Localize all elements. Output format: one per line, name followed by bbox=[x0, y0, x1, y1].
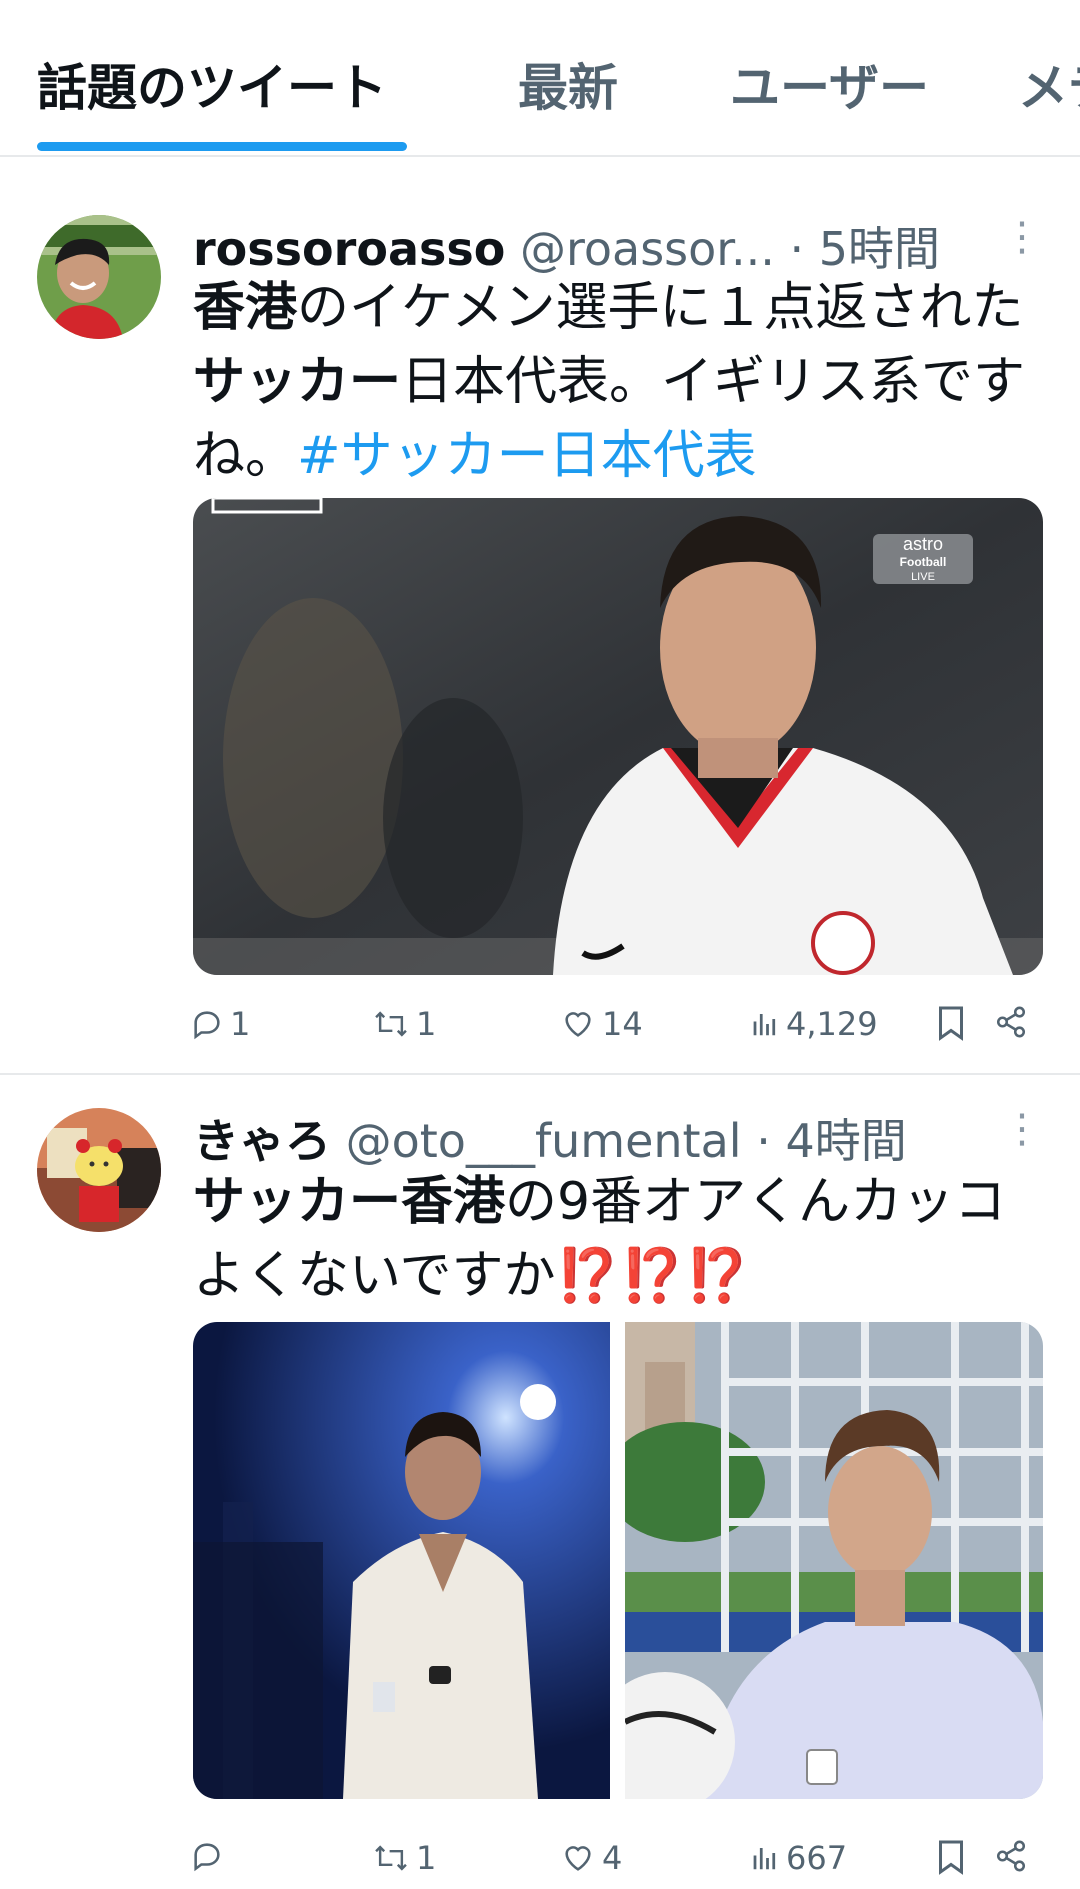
logo-line: astro bbox=[902, 534, 944, 554]
tab-users[interactable]: ユーザー bbox=[730, 48, 929, 120]
tab-media[interactable]: メディア bbox=[1018, 48, 1080, 120]
search-tabs: 話題のツイート 最新 ユーザー メディア bbox=[0, 0, 1080, 157]
share-icon bbox=[996, 1840, 1026, 1872]
timestamp[interactable]: · 4時間 bbox=[756, 1114, 907, 1168]
tweet-header: rossoroasso @roassor... · 5時間 bbox=[193, 213, 940, 279]
heart-icon bbox=[565, 1012, 591, 1037]
exclamation-question-emoji: ⁉️⁉️⁉️ bbox=[555, 1246, 750, 1306]
tweet-header: きゃろ @oto___fumental · 4時間 bbox=[193, 1105, 907, 1171]
tweet-actions: 1 1 14 4,129 bbox=[190, 1005, 1050, 1055]
tweet-image[interactable] bbox=[625, 1322, 1043, 1799]
logo-line: LIVE bbox=[911, 571, 935, 583]
bookmark-button[interactable] bbox=[936, 1839, 966, 1875]
tab-latest[interactable]: 最新 bbox=[518, 48, 618, 120]
broadcaster-logo: astro Football LIVE bbox=[873, 534, 973, 584]
reply-button[interactable]: 1 bbox=[190, 1005, 250, 1043]
retweet-count: 1 bbox=[416, 1839, 437, 1877]
avatar[interactable] bbox=[37, 215, 161, 339]
tweet-actions: 1 4 667 bbox=[190, 1839, 1050, 1889]
text-bold-part: 香港 bbox=[193, 278, 298, 338]
bookmark-button[interactable] bbox=[936, 1005, 966, 1041]
tweet-image[interactable]: astro Football LIVE bbox=[193, 498, 1043, 975]
display-name[interactable]: きゃろ bbox=[193, 1114, 331, 1168]
retweet-count: 1 bbox=[416, 1005, 437, 1043]
hashtag-link[interactable]: #サッカー日本代表 bbox=[297, 426, 757, 486]
views-button[interactable]: 4,129 bbox=[750, 1005, 878, 1043]
retweet-icon bbox=[375, 1845, 407, 1871]
retweet-button[interactable]: 1 bbox=[372, 1005, 436, 1043]
logo-line: Football bbox=[899, 555, 947, 569]
tab-top-tweets[interactable]: 話題のツイート bbox=[37, 48, 387, 120]
share-button[interactable] bbox=[994, 1005, 1028, 1039]
text-bold-part: サッカー bbox=[193, 352, 402, 412]
reply-icon bbox=[194, 1843, 220, 1872]
view-count: 667 bbox=[786, 1839, 848, 1877]
user-handle[interactable]: @oto___fumental bbox=[346, 1114, 742, 1168]
user-handle[interactable]: @roassor... bbox=[520, 222, 775, 276]
more-options-icon[interactable]: ⋮ bbox=[1002, 217, 1042, 257]
tweet-text: 香港のイケメン選手に１点返されたサッカー日本代表。イギリス系ですね。#サッカー日… bbox=[193, 271, 1043, 493]
views-chart-icon bbox=[753, 1014, 776, 1036]
like-count: 14 bbox=[602, 1005, 643, 1043]
like-button[interactable]: 14 bbox=[560, 1005, 643, 1043]
avatar[interactable] bbox=[37, 1108, 161, 1232]
tweet-card[interactable]: きゃろ @oto___fumental · 4時間 ⋮ サッカー香港の9番オアく… bbox=[0, 1075, 1080, 1888]
heart-icon bbox=[565, 1846, 591, 1871]
share-icon bbox=[996, 1006, 1026, 1038]
like-button[interactable]: 4 bbox=[560, 1839, 622, 1877]
reply-count: 1 bbox=[230, 1005, 251, 1043]
tweet-image[interactable] bbox=[193, 1322, 610, 1799]
reply-icon bbox=[194, 1011, 220, 1040]
views-chart-icon bbox=[753, 1848, 776, 1870]
views-button[interactable]: 667 bbox=[750, 1839, 847, 1877]
retweet-button[interactable]: 1 bbox=[372, 1839, 436, 1877]
active-tab-indicator bbox=[37, 142, 407, 151]
timestamp[interactable]: · 5時間 bbox=[789, 222, 940, 276]
tweet-text: サッカー香港の9番オアくんカッコよくないですか⁉️⁉️⁉️ bbox=[193, 1165, 1043, 1313]
more-options-icon[interactable]: ⋮ bbox=[1002, 1109, 1042, 1149]
text-part: のイケメン選手に１点返された bbox=[297, 278, 1024, 338]
retweet-icon bbox=[375, 1011, 407, 1037]
tweet-card[interactable]: rossoroasso @roassor... · 5時間 ⋮ 香港のイケメン選… bbox=[0, 183, 1080, 1073]
reply-button[interactable] bbox=[190, 1839, 230, 1873]
like-count: 4 bbox=[602, 1839, 623, 1877]
text-bold-part: サッカー香港 bbox=[193, 1172, 506, 1232]
bookmark-icon bbox=[939, 1840, 963, 1875]
view-count: 4,129 bbox=[786, 1005, 878, 1043]
share-button[interactable] bbox=[994, 1839, 1028, 1873]
bookmark-icon bbox=[939, 1006, 963, 1041]
display-name[interactable]: rossoroasso bbox=[193, 222, 505, 276]
